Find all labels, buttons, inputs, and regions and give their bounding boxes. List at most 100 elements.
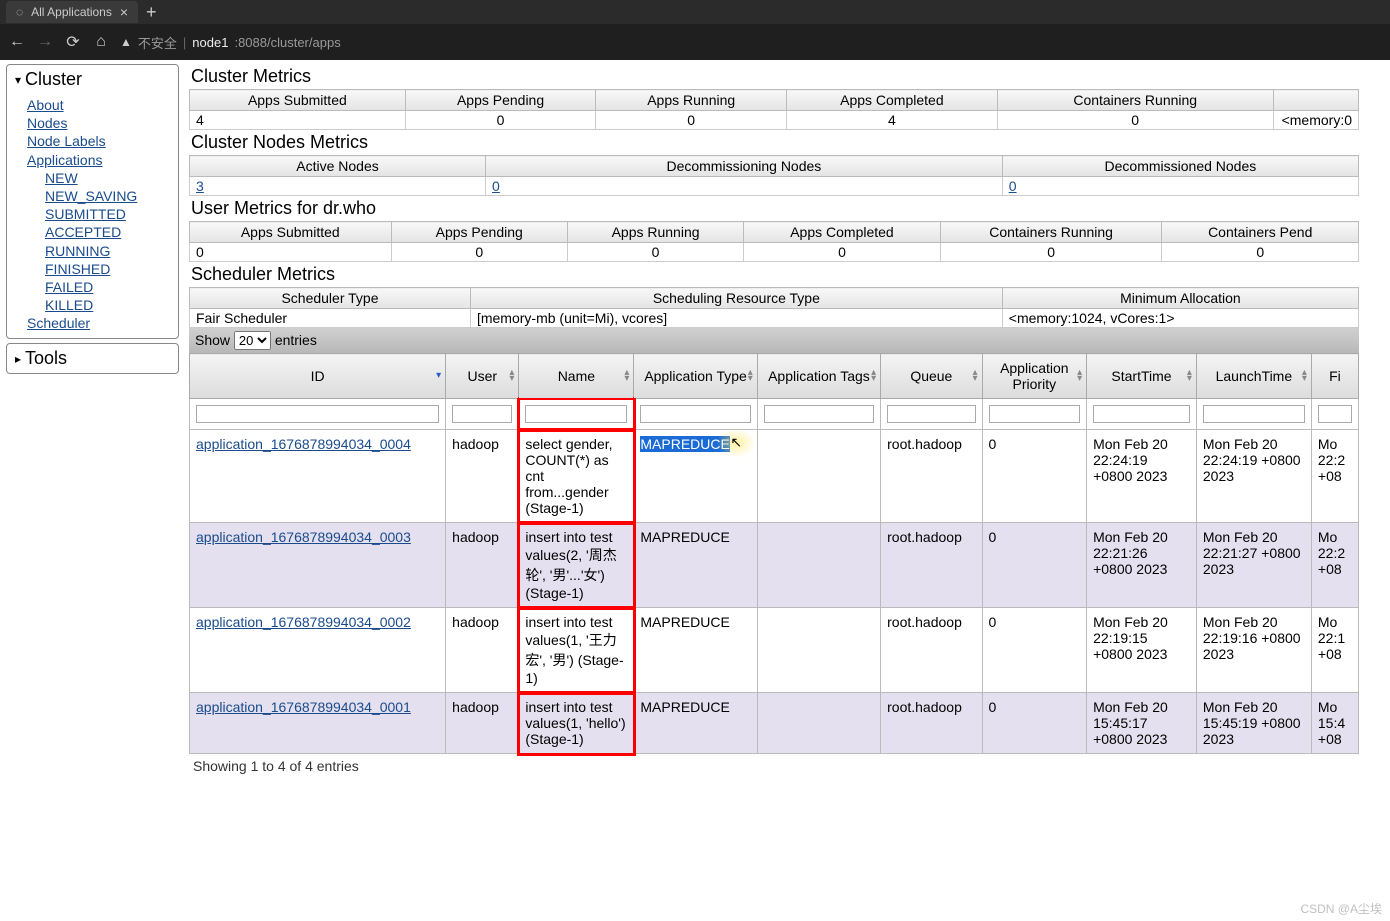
cursor-icon: ↖ (730, 434, 742, 451)
entries-select[interactable]: 20 (234, 331, 271, 350)
url-input[interactable]: ▲ 不安全 | node1:8088/cluster/apps (120, 33, 1382, 52)
th-apps-pending[interactable]: Apps Pending (405, 90, 596, 111)
filter-finish[interactable] (1318, 405, 1352, 423)
forward-button[interactable]: → (36, 33, 54, 51)
th-sched-res[interactable]: Scheduling Resource Type (470, 288, 1002, 309)
filter-name[interactable] (525, 405, 627, 423)
app-id-link[interactable]: application_1676878994034_0003 (196, 529, 411, 545)
th-queue[interactable]: Queue▴▾ (881, 354, 982, 399)
th-decommed-nodes[interactable]: Decommissioned Nodes (1002, 156, 1358, 177)
browser-tab[interactable]: ◌ All Applications × (6, 1, 138, 23)
filter-user[interactable] (452, 405, 512, 423)
cell-priority: 0 (982, 523, 1087, 608)
th-decom-nodes[interactable]: Decommissioning Nodes (486, 156, 1003, 177)
filter-queue[interactable] (887, 405, 975, 423)
user-metrics-table: Apps Submitted Apps Pending Apps Running… (189, 221, 1359, 262)
tab-bar: ◌ All Applications × + (0, 0, 1390, 24)
app-id-link[interactable]: application_1676878994034_0004 (196, 436, 411, 452)
home-button[interactable]: ⌂ (92, 33, 110, 51)
th-sched-type[interactable]: Scheduler Type (190, 288, 471, 309)
th-user[interactable]: User▴▾ (446, 354, 519, 399)
td-u-running: 0 (567, 243, 743, 262)
cell-name: insert into test values(2, '周杰轮', '男'...… (519, 523, 634, 608)
sidebar-tools-header[interactable]: ▸ Tools (7, 344, 178, 373)
warning-icon: ▲ (120, 35, 132, 49)
decommed-nodes-link[interactable]: 0 (1009, 178, 1017, 194)
sidebar-cluster-title: Cluster (25, 69, 82, 90)
new-tab-button[interactable]: + (146, 2, 157, 23)
sidebar-link-state-failed[interactable]: FAILED (45, 278, 170, 296)
filter-priority[interactable] (989, 405, 1081, 423)
th-u-pending[interactable]: Apps Pending (391, 222, 567, 243)
th-apps-running[interactable]: Apps Running (596, 90, 787, 111)
sidebar-link-state-finished[interactable]: FINISHED (45, 260, 170, 278)
filter-tags[interactable] (764, 405, 874, 423)
th-id[interactable]: ID▾ (190, 354, 446, 399)
sidebar-link-applications[interactable]: Applications (27, 151, 170, 169)
cell-launch: Mon Feb 20 22:19:16 +0800 2023 (1196, 608, 1311, 693)
th-sched-min[interactable]: Minimum Allocation (1002, 288, 1358, 309)
sidebar-cluster-header[interactable]: ▾ Cluster (7, 65, 178, 94)
close-icon[interactable]: × (120, 4, 128, 20)
th-type[interactable]: Application Type▴▾ (634, 354, 757, 399)
back-button[interactable]: ← (8, 33, 26, 51)
app-id-link[interactable]: application_1676878994034_0001 (196, 699, 411, 715)
app-id-link[interactable]: application_1676878994034_0002 (196, 614, 411, 630)
sidebar-link-state-new-saving[interactable]: NEW_SAVING (45, 187, 170, 205)
decom-nodes-link[interactable]: 0 (492, 178, 500, 194)
sidebar-link-about[interactable]: About (27, 96, 170, 114)
th-u-completed[interactable]: Apps Completed (744, 222, 941, 243)
th-u-pend[interactable]: Containers Pend (1162, 222, 1359, 243)
cell-queue: root.hadoop (881, 693, 982, 754)
td-u-containers: 0 (940, 243, 1162, 262)
cell-queue: root.hadoop (881, 523, 982, 608)
sidebar-link-state-running[interactable]: RUNNING (45, 242, 170, 260)
cell-start: Mon Feb 20 22:21:26 +0800 2023 (1087, 523, 1197, 608)
filter-launch[interactable] (1203, 405, 1305, 423)
globe-icon: ◌ (16, 5, 23, 19)
sort-desc-icon: ▾ (436, 373, 441, 379)
td-decommed-nodes: 0 (1002, 177, 1358, 196)
th-apps-completed[interactable]: Apps Completed (787, 90, 998, 111)
filter-id[interactable] (196, 405, 439, 423)
sidebar-link-nodes[interactable]: Nodes (27, 114, 170, 132)
sort-both-icon: ▴▾ (1302, 370, 1307, 382)
td-apps-submitted: 4 (190, 111, 406, 130)
td-sched-type: Fair Scheduler (190, 309, 471, 328)
th-start[interactable]: StartTime▴▾ (1087, 354, 1197, 399)
cell-start: Mon Feb 20 15:45:17 +0800 2023 (1087, 693, 1197, 754)
td-apps-running: 0 (596, 111, 787, 130)
sidebar-link-scheduler[interactable]: Scheduler (27, 314, 170, 332)
sidebar-link-state-new[interactable]: NEW (45, 169, 170, 187)
caret-down-icon: ▾ (15, 73, 21, 87)
table-row: application_1676878994034_0001 hadoop in… (190, 693, 1359, 754)
th-u-containers[interactable]: Containers Running (940, 222, 1162, 243)
cell-name: insert into test values(1, '王力宏', '男') (… (519, 608, 634, 693)
th-containers-running[interactable]: Containers Running (997, 90, 1273, 111)
th-name[interactable]: Name▴▾ (519, 354, 634, 399)
td-extra: <memory:0 (1273, 111, 1358, 130)
th-finish[interactable]: Fi (1311, 354, 1358, 399)
filter-start[interactable] (1093, 405, 1190, 423)
sidebar-link-state-accepted[interactable]: ACCEPTED (45, 223, 170, 241)
sidebar-link-node-labels[interactable]: Node Labels (27, 132, 170, 150)
td-sched-res: [memory-mb (unit=Mi), vcores] (470, 309, 1002, 328)
th-tags[interactable]: Application Tags▴▾ (757, 354, 880, 399)
reload-button[interactable]: ⟳ (64, 32, 82, 52)
sidebar-link-state-killed[interactable]: KILLED (45, 296, 170, 314)
th-apps-submitted[interactable]: Apps Submitted (190, 90, 406, 111)
user-metrics-title: User Metrics for dr.who (191, 198, 1390, 219)
td-u-pend: 0 (1162, 243, 1359, 262)
th-priority[interactable]: Application Priority▴▾ (982, 354, 1087, 399)
th-launch[interactable]: LaunchTime▴▾ (1196, 354, 1311, 399)
th-u-running[interactable]: Apps Running (567, 222, 743, 243)
active-nodes-link[interactable]: 3 (196, 178, 204, 194)
filter-type[interactable] (640, 405, 750, 423)
cell-type: MAPREDUCE (634, 693, 757, 754)
cell-finish: Mo 22:1 +08 (1311, 608, 1358, 693)
th-active-nodes[interactable]: Active Nodes (190, 156, 486, 177)
td-apps-pending: 0 (405, 111, 596, 130)
th-u-submitted[interactable]: Apps Submitted (190, 222, 392, 243)
cell-tags (757, 608, 880, 693)
sidebar-link-state-submitted[interactable]: SUBMITTED (45, 205, 170, 223)
